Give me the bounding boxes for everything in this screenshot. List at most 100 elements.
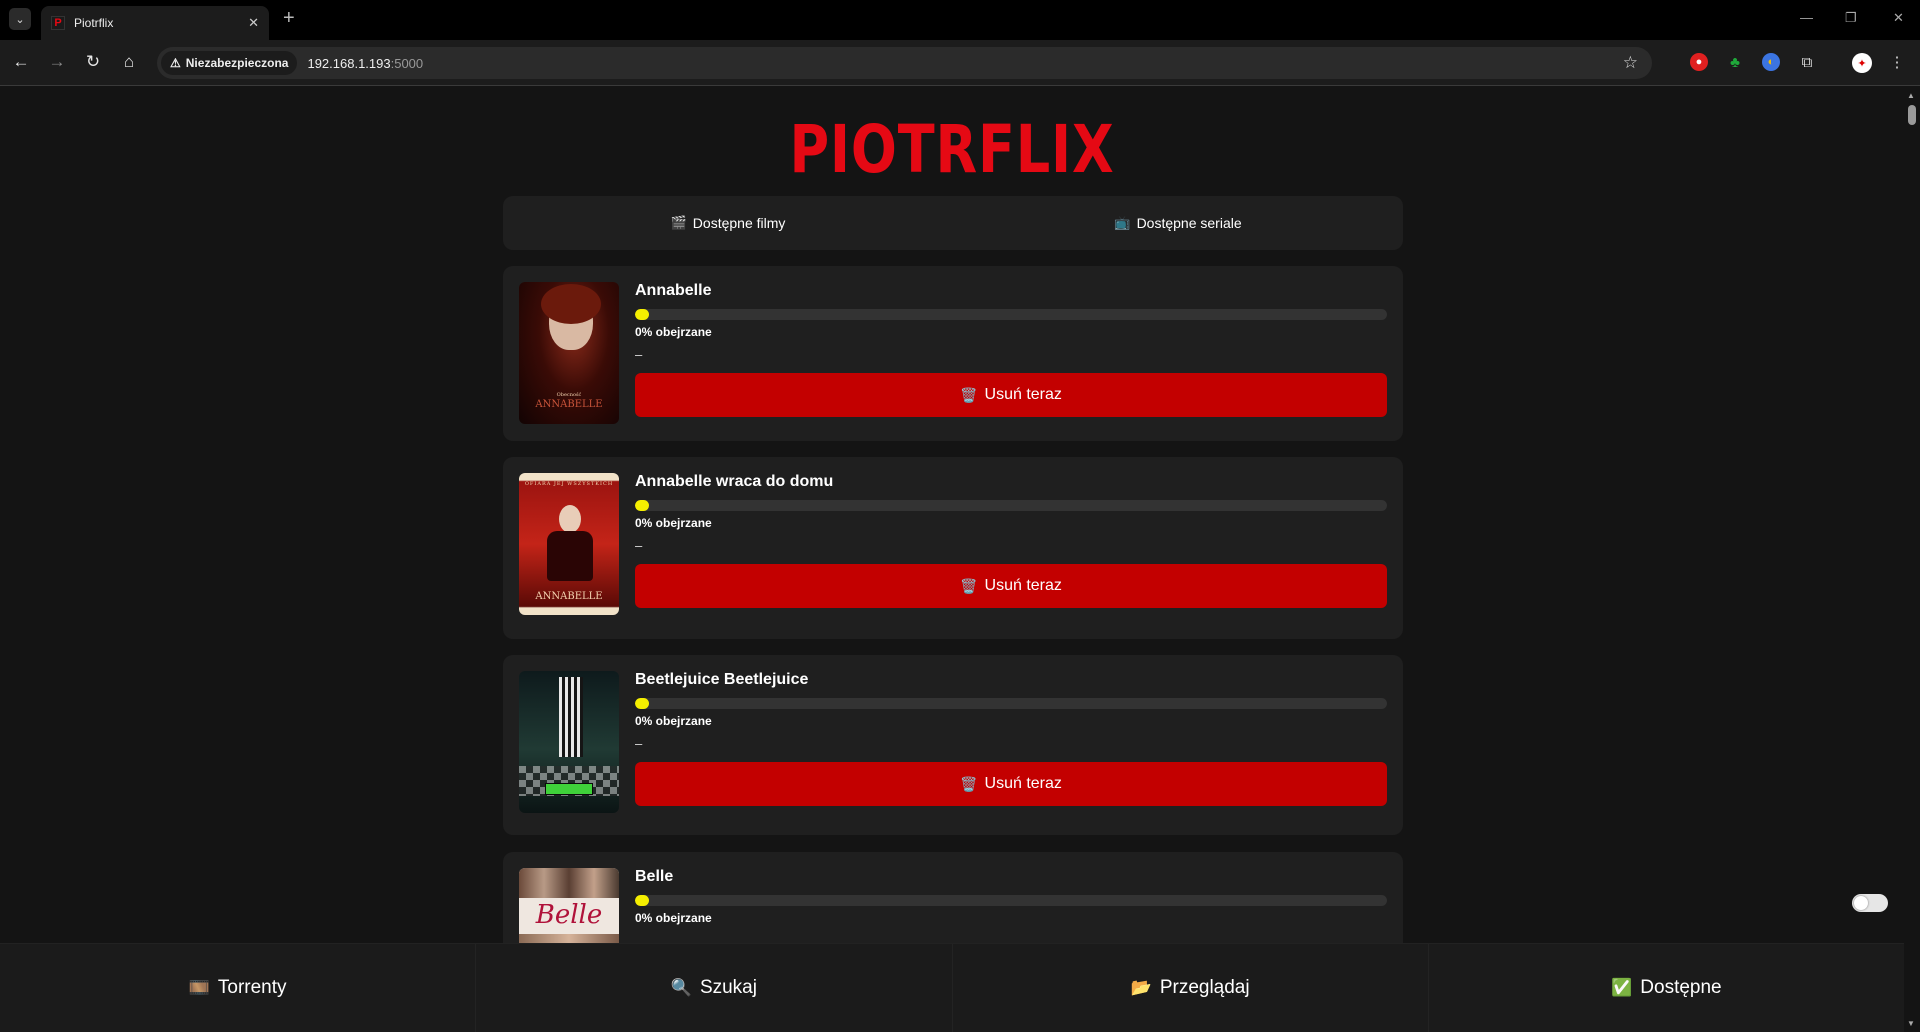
nav-label: Szukaj — [699, 977, 757, 998]
poster-tagline: OFIARA JEJ WSZYSTKICH — [524, 481, 614, 487]
doll-hair-shape — [541, 284, 601, 324]
watch-progress-fill — [635, 309, 649, 320]
movie-info: Belle 0% obejrzane — [635, 868, 1387, 925]
movie-info: Annabelle wraca do domu 0% obejrzane – 🗑… — [635, 473, 1387, 608]
browser-toolbar: ← → ↻ ⌂ ⚠ Niezabezpieczona 192.168.1.193… — [0, 40, 1920, 86]
nav-search[interactable]: 🔍 Szukaj — [476, 944, 953, 1032]
movie-extra-info: – — [635, 538, 643, 553]
delete-button-label: Usuń teraz — [984, 386, 1062, 403]
restore-icon[interactable]: ❐ — [1845, 10, 1857, 26]
tab-search-button[interactable]: ⌄ — [9, 8, 31, 30]
url-host: 192.168.1.193 — [307, 55, 391, 71]
movie-poster — [519, 671, 619, 813]
bottom-navigation: 🎞️ Torrenty 🔍 Szukaj 📂 Przeglądaj ✅ Dost… — [0, 943, 1904, 1032]
mode-switcher: 🎬 Dostępne filmy 📺 Dostępne seriale — [503, 196, 1403, 250]
watch-progress-fill — [635, 895, 649, 906]
extension-red-icon[interactable]: ● — [1690, 53, 1708, 71]
trash-icon: 🗑️ — [960, 386, 978, 403]
app-logo: PIOTRFLIX — [789, 111, 1115, 188]
watch-progress-label: 0% obejrzane — [635, 911, 712, 925]
extension-green-icon[interactable]: ♣ — [1726, 53, 1744, 71]
tv-icon: 📺 — [1114, 215, 1131, 230]
movie-poster: Obecność ANNABELLE — [519, 282, 619, 424]
magnifier-icon: 🔍 — [670, 978, 692, 997]
page-scrollbar[interactable]: ▲ ▼ — [1904, 87, 1920, 1032]
green-title-block — [545, 783, 593, 795]
theme-toggle[interactable] — [1852, 894, 1888, 912]
chair-shape — [547, 531, 593, 581]
scroll-up-icon[interactable]: ▲ — [1907, 91, 1915, 100]
poster-title: ANNABELLE — [535, 591, 603, 602]
tab-label: Dostępne seriale — [1136, 215, 1242, 231]
browser-tab[interactable]: P Piotrflix ✕ — [41, 6, 269, 40]
forward-icon[interactable]: → — [45, 50, 69, 74]
movie-card: Obecność ANNABELLE Annabelle 0% obejrzan… — [503, 266, 1403, 441]
watch-progress-label: 0% obejrzane — [635, 714, 712, 728]
delete-now-button[interactable]: 🗑️ Usuń teraz — [635, 762, 1387, 806]
tab-available-series[interactable]: 📺 Dostępne seriale — [953, 196, 1403, 250]
security-chip[interactable]: ⚠ Niezabezpieczona — [161, 51, 298, 75]
checkmark-icon: ✅ — [1611, 978, 1633, 997]
reload-icon[interactable]: ↻ — [81, 50, 105, 74]
watch-progress-bar — [635, 500, 1387, 511]
movie-title: Annabelle — [635, 282, 712, 299]
delete-now-button[interactable]: 🗑️ Usuń teraz — [635, 373, 1387, 417]
tab-available-movies[interactable]: 🎬 Dostępne filmy — [503, 196, 953, 250]
warning-icon: ⚠ — [170, 56, 181, 70]
bookmark-star-icon[interactable]: ☆ — [1623, 53, 1638, 73]
nav-torrents[interactable]: 🎞️ Torrenty — [0, 944, 477, 1032]
toggle-knob — [1854, 896, 1868, 910]
nav-available[interactable]: ✅ Dostępne — [1429, 944, 1904, 1032]
folder-icon: 📂 — [1130, 978, 1152, 997]
trash-icon: 🗑️ — [960, 577, 978, 594]
cast-photo-strip — [519, 868, 619, 898]
profile-avatar-icon[interactable]: ✦ — [1852, 53, 1872, 73]
scroll-thumb[interactable] — [1908, 105, 1916, 125]
movie-info: Beetlejuice Beetlejuice 0% obejrzane – 🗑… — [635, 671, 1387, 806]
extension-color-icon[interactable]: ◐ — [1762, 53, 1780, 71]
security-label: Niezabezpieczona — [185, 56, 289, 70]
favicon-icon: P — [51, 16, 65, 30]
browser-menu-icon[interactable]: ⋮ — [1888, 53, 1906, 71]
clapperboard-icon: 🎬 — [670, 215, 687, 230]
movie-title: Belle — [635, 868, 674, 885]
page-viewport: PIOTRFLIX 🎬 Dostępne filmy 📺 Dostępne se… — [0, 87, 1904, 1032]
extensions-puzzle-icon[interactable]: ⧉ — [1798, 53, 1816, 71]
poster-subtitle: Obecność — [556, 392, 582, 398]
nav-label: Torrenty — [217, 977, 287, 998]
poster-title: ANNABELLE — [535, 399, 603, 410]
striped-suit-shape — [559, 677, 583, 757]
film-frames-icon: 🎞️ — [188, 978, 210, 997]
movie-info: Annabelle 0% obejrzane – 🗑️ Usuń teraz — [635, 282, 1387, 417]
new-tab-button[interactable]: + — [283, 7, 295, 30]
watch-progress-fill — [635, 698, 649, 709]
movie-card: Beetlejuice Beetlejuice 0% obejrzane – 🗑… — [503, 655, 1403, 835]
movie-title: Beetlejuice Beetlejuice — [635, 671, 809, 688]
home-icon[interactable]: ⌂ — [117, 50, 141, 74]
poster-title: Belle — [535, 900, 603, 930]
minimize-icon[interactable]: — — [1800, 10, 1813, 25]
browser-tabstrip: ⌄ P Piotrflix ✕ + — ❐ ✕ — [0, 0, 1920, 40]
delete-button-label: Usuń teraz — [984, 775, 1062, 792]
nav-label: Przeglądaj — [1159, 977, 1250, 998]
nav-label: Dostępne — [1640, 977, 1722, 998]
scroll-down-icon[interactable]: ▼ — [1907, 1019, 1915, 1028]
tab-label: Dostępne filmy — [692, 215, 786, 231]
watch-progress-label: 0% obejrzane — [635, 516, 712, 530]
movie-extra-info: – — [635, 347, 643, 362]
close-window-icon[interactable]: ✕ — [1893, 10, 1904, 26]
close-tab-icon[interactable]: ✕ — [248, 15, 259, 31]
movie-card: OFIARA JEJ WSZYSTKICH ANNABELLE Annabell… — [503, 457, 1403, 639]
delete-button-label: Usuń teraz — [984, 577, 1062, 594]
delete-now-button[interactable]: 🗑️ Usuń teraz — [635, 564, 1387, 608]
movie-extra-info: – — [635, 736, 643, 751]
doll-face-shape — [559, 505, 581, 533]
watch-progress-label: 0% obejrzane — [635, 325, 712, 339]
url-port: :5000 — [390, 55, 424, 71]
chevron-down-icon: ⌄ — [15, 13, 25, 26]
watch-progress-bar — [635, 895, 1387, 906]
nav-browse[interactable]: 📂 Przeglądaj — [953, 944, 1429, 1032]
movie-poster: OFIARA JEJ WSZYSTKICH ANNABELLE — [519, 473, 619, 615]
back-icon[interactable]: ← — [9, 50, 33, 74]
address-bar[interactable]: ⚠ Niezabezpieczona 192.168.1.193:5000 ☆ — [157, 47, 1652, 79]
